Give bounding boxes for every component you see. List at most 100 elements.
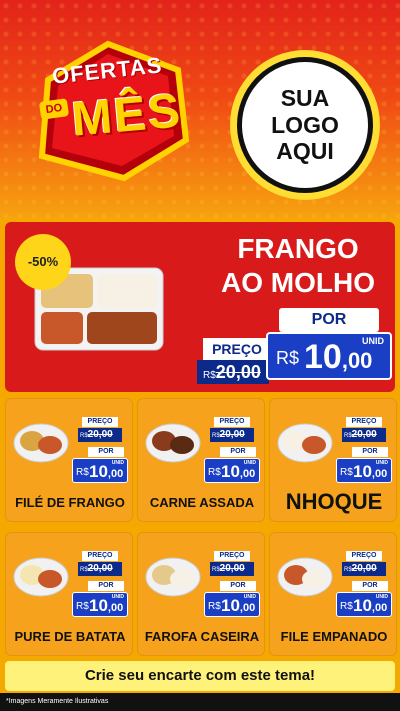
new-price: R$ 10,00 UNID — [336, 458, 392, 483]
old-price-currency: R$ — [80, 433, 88, 439]
old-price-currency: R$ — [80, 567, 88, 573]
old-price-currency: R$ — [212, 433, 220, 439]
food-image — [13, 423, 69, 463]
featured-name-line-2: AO MOLHO — [221, 266, 375, 298]
new-price-currency: R$ — [340, 467, 353, 478]
new-price-dec: ,00 — [239, 468, 256, 480]
por-label: POR — [279, 308, 379, 332]
old-price-int: 20 — [219, 429, 231, 440]
old-price-dec: ,00 — [230, 563, 245, 574]
product-card[interactable]: PREÇO R$20,00 POR R$ 10,00 UNID NHOQUE — [269, 398, 397, 522]
cta-banner[interactable]: Crie seu encarte com este tema! — [5, 661, 395, 691]
product-card[interactable]: PREÇO R$20,00 POR R$ 10,00 UNID FAROFA C… — [137, 532, 265, 656]
new-price-int: 10 — [89, 462, 108, 481]
new-price-currency: R$ — [76, 467, 89, 478]
unid-label: UNID — [375, 594, 388, 600]
old-price-int: 20 — [219, 563, 231, 574]
new-price-dec: ,00 — [107, 468, 124, 480]
logo-placeholder[interactable]: SUA LOGO AQUI — [237, 57, 373, 193]
unid-label: UNID — [111, 460, 124, 466]
new-price-int: 10 — [221, 462, 240, 481]
old-price: R$20,00 — [342, 562, 386, 576]
unid-label: UNID — [375, 460, 388, 466]
food-image — [277, 557, 333, 597]
new-price: R$ 10,00 UNID — [204, 458, 260, 483]
old-price: R$20,00 — [342, 428, 386, 442]
old-price-currency: R$ — [344, 433, 352, 439]
por-label: POR — [220, 581, 256, 591]
new-price-dec: ,00 — [107, 602, 124, 614]
food-image — [277, 423, 333, 463]
do-label: DO — [38, 98, 70, 120]
preco-label: PREÇO — [203, 338, 271, 360]
unid-label: UNID — [243, 460, 256, 466]
old-price-int: 20 — [87, 563, 99, 574]
unid-label: UNID — [362, 336, 384, 346]
new-price: R$ 10,00 UNID — [336, 592, 392, 617]
preco-label: PREÇO — [82, 551, 118, 561]
old-price: R$20,00 — [197, 360, 269, 384]
product-name: CARNE ASSADA — [149, 495, 255, 510]
new-price-dec: ,00 — [341, 348, 373, 373]
food-image — [145, 557, 201, 597]
new-price: R$ 10,00 UNID — [72, 458, 128, 483]
product-card[interactable]: PREÇO R$20,00 POR R$ 10,00 UNID CARNE AS… — [137, 398, 265, 522]
featured-name-line-1: FRANGO — [237, 233, 359, 264]
old-price-int: 20 — [215, 362, 236, 382]
food-image — [145, 423, 201, 463]
footer-disclaimer: *Imagens Meramente Ilustrativas — [0, 693, 400, 711]
product-name: FILÉ DE FRANGO — [15, 495, 125, 510]
preco-label: PREÇO — [82, 417, 118, 427]
new-price-currency: R$ — [340, 601, 353, 612]
new-price-dec: ,00 — [371, 468, 388, 480]
unid-label: UNID — [243, 594, 256, 600]
old-price-dec: ,00 — [362, 429, 377, 440]
old-price-dec: ,00 — [362, 563, 377, 574]
preco-label: PREÇO — [346, 417, 382, 427]
por-label: POR — [220, 447, 256, 457]
preco-label: PREÇO — [346, 551, 382, 561]
old-price: R$20,00 — [78, 562, 122, 576]
discount-badge: -50% — [15, 234, 71, 290]
new-price-currency: R$ — [76, 601, 89, 612]
unid-label: UNID — [111, 594, 124, 600]
old-price-currency: R$ — [344, 567, 352, 573]
old-price: R$20,00 — [210, 428, 254, 442]
product-card[interactable]: PREÇO R$20,00 POR R$ 10,00 UNID FILÉ DE … — [5, 398, 133, 522]
new-price-int: 10 — [89, 596, 108, 615]
logo-line-1: SUA — [280, 85, 330, 112]
por-label: POR — [352, 447, 388, 457]
new-price-currency: R$ — [276, 348, 300, 368]
por-label: POR — [88, 581, 124, 591]
product-card[interactable]: PREÇO R$20,00 POR R$ 10,00 UNID PURE DE … — [5, 532, 133, 656]
featured-offer[interactable]: -50% FRANGO AO MOLHO POR PREÇO R$20,00 R… — [5, 222, 395, 392]
old-price-dec: ,00 — [230, 429, 245, 440]
new-price: R$ 10,00 UNID — [72, 592, 128, 617]
por-label: POR — [352, 581, 388, 591]
new-price-int: 10 — [221, 596, 240, 615]
product-card[interactable]: PREÇO R$20,00 POR R$ 10,00 UNID FILE EMP… — [269, 532, 397, 656]
new-price-currency: R$ — [208, 601, 221, 612]
new-price: R$ 10,00 UNID — [204, 592, 260, 617]
new-price-dec: ,00 — [239, 602, 256, 614]
old-price-dec: ,00 — [98, 563, 113, 574]
new-price-int: 10 — [353, 462, 372, 481]
por-label: POR — [88, 447, 124, 457]
product-name: FILE EMPANADO — [280, 629, 388, 644]
preco-label: PREÇO — [214, 417, 250, 427]
old-price: R$20,00 — [210, 562, 254, 576]
new-price: R$ 10,00 UNID — [266, 332, 392, 380]
old-price-dec: ,00 — [98, 429, 113, 440]
old-price-int: 20 — [87, 429, 99, 440]
old-price-int: 20 — [351, 429, 363, 440]
old-price-dec: ,00 — [235, 362, 261, 382]
old-price-currency: R$ — [212, 567, 220, 573]
product-name: FAROFA CASEIRA — [144, 629, 260, 644]
product-name: PURE DE BATATA — [14, 629, 126, 644]
product-name: NHOQUE — [285, 489, 383, 514]
featured-name: FRANGO AO MOLHO — [203, 232, 393, 299]
new-price-currency: R$ — [208, 467, 221, 478]
mes-title: MÊS — [69, 84, 185, 147]
old-price-int: 20 — [351, 563, 363, 574]
preco-label: PREÇO — [214, 551, 250, 561]
